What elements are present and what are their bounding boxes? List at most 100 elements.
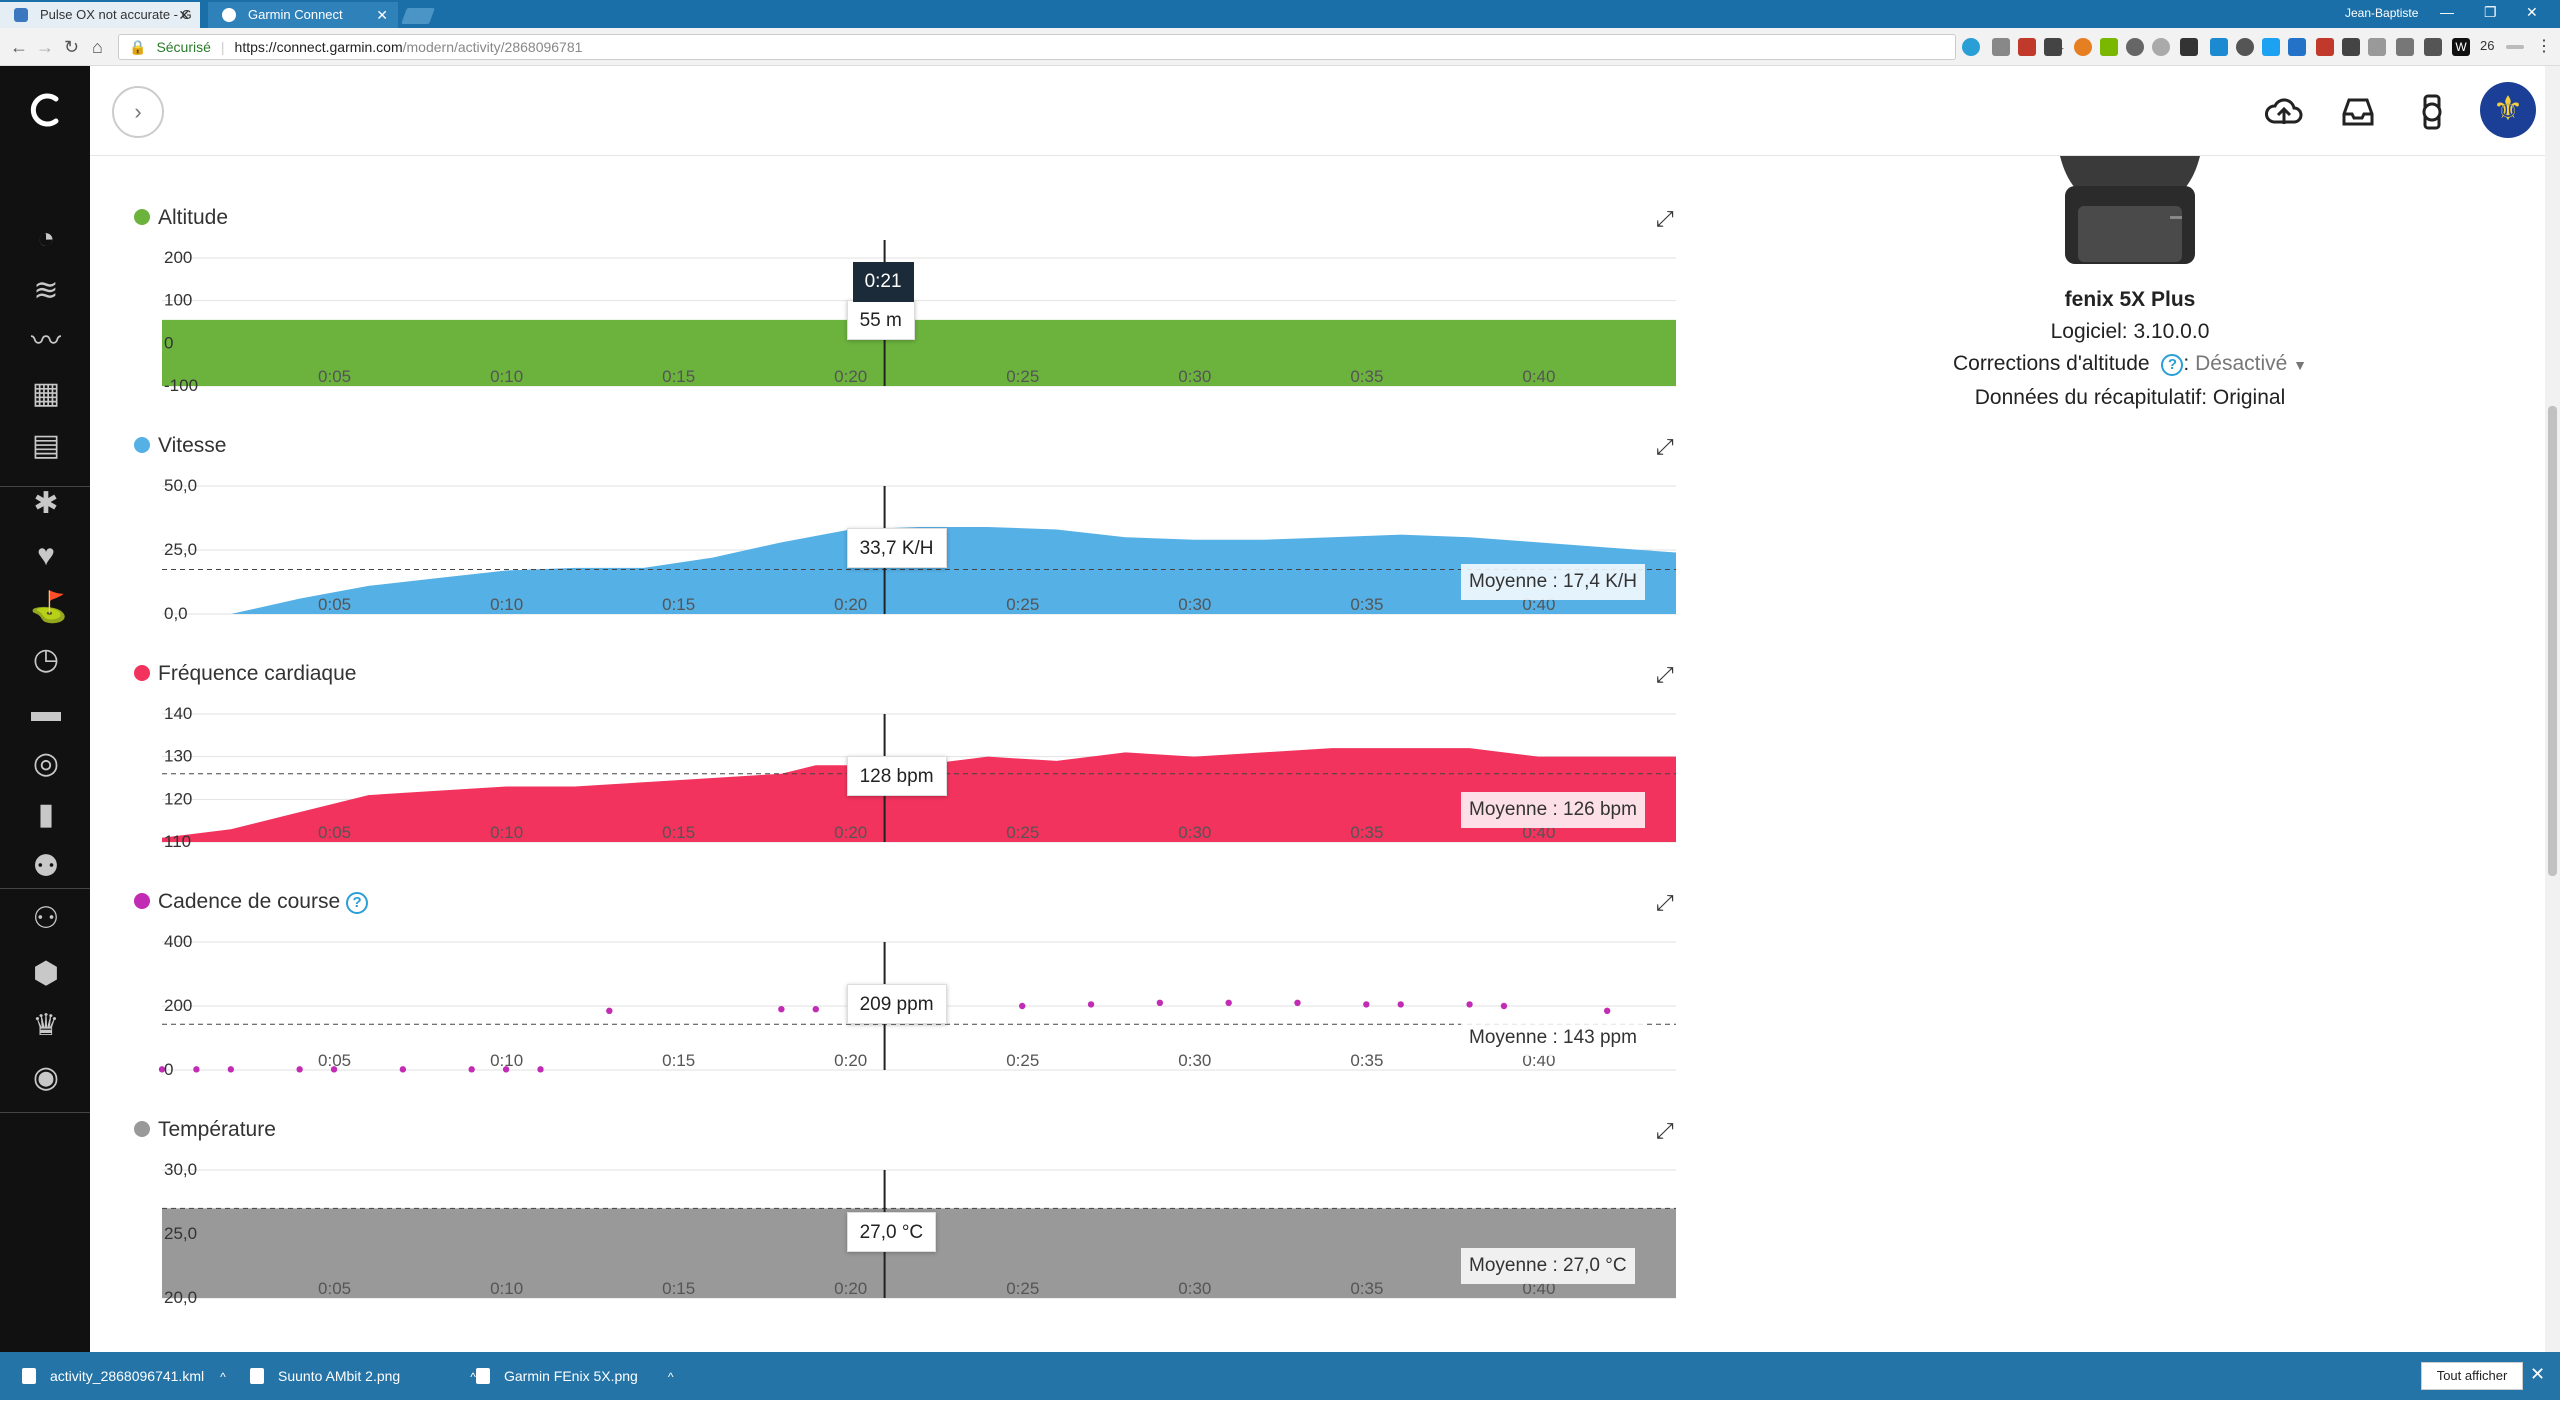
- expand-nav-button[interactable]: ›: [112, 86, 164, 138]
- extension-icon[interactable]: [2180, 38, 2198, 56]
- x-tick-label: 0:05: [318, 595, 351, 614]
- x-tick-label: 0:30: [1178, 367, 1211, 386]
- calendar-icon[interactable]: ▦: [30, 378, 62, 410]
- data-point: [227, 1066, 235, 1073]
- inbox-icon[interactable]: [2338, 92, 2378, 132]
- bar-chart-icon[interactable]: ▮: [30, 799, 62, 831]
- download-item[interactable]: activity_2868096741.kml ^: [22, 1352, 226, 1400]
- garmin-connect-logo-icon[interactable]: [26, 90, 66, 130]
- chart-4: Température ⤢ 30,0 25,0 20,0 0:05 0:10 0:15 0:20…: [130, 1112, 1690, 1322]
- browser-tab-garmin-connect[interactable]: Garmin Connect ✕: [208, 2, 398, 28]
- value-tooltip: 55 m: [846, 300, 915, 340]
- minimize-icon[interactable]: —: [2440, 4, 2454, 20]
- home-icon[interactable]: ⌂: [92, 37, 103, 58]
- lock-icon: 🔒: [129, 39, 147, 55]
- shoe-icon[interactable]: ▬: [30, 695, 62, 728]
- extension-icon[interactable]: [2210, 38, 2228, 56]
- download-filename: Suunto AMbit 2.png: [278, 1368, 401, 1384]
- extension-icon[interactable]: [2018, 38, 2036, 56]
- x-tick-label: 0:25: [1006, 595, 1039, 614]
- extension-icon[interactable]: [2506, 45, 2524, 49]
- close-icon[interactable]: ✕: [178, 2, 190, 28]
- layers-icon[interactable]: ≋: [30, 274, 62, 307]
- new-tab-button[interactable]: [401, 8, 435, 24]
- profile-name[interactable]: Jean-Baptiste: [2345, 6, 2418, 20]
- extension-icon[interactable]: [1992, 38, 2010, 56]
- extension-w-icon[interactable]: W: [2452, 38, 2470, 56]
- close-window-icon[interactable]: ✕: [2526, 4, 2538, 21]
- avatar[interactable]: ⚜: [2480, 82, 2536, 138]
- extension-icon[interactable]: [2236, 38, 2254, 56]
- show-all-downloads-button[interactable]: Tout afficher: [2421, 1362, 2523, 1390]
- restore-icon[interactable]: ❐: [2484, 4, 2497, 21]
- value-tooltip: 33,7 K/H: [846, 528, 947, 568]
- lightbulb-icon[interactable]: ◎: [30, 747, 62, 780]
- extension-badge[interactable]: 26: [2480, 38, 2494, 53]
- y-tick-label: 110: [164, 832, 191, 851]
- extension-icon[interactable]: [2288, 38, 2306, 56]
- twitter-icon[interactable]: [2262, 38, 2280, 56]
- y-tick-label: 20,0: [164, 1288, 197, 1307]
- close-icon[interactable]: ✕: [376, 2, 388, 28]
- scrollbar-thumb[interactable]: [2548, 406, 2557, 876]
- watch-device-icon[interactable]: [2412, 92, 2452, 132]
- extension-icon[interactable]: [2424, 38, 2442, 56]
- y-tick-label: 400: [164, 932, 192, 951]
- download-item[interactable]: Suunto AMbit 2.png ^: [250, 1352, 476, 1400]
- x-tick-label: 0:30: [1178, 1051, 1211, 1070]
- data-point: [468, 1066, 475, 1073]
- x-tick-label: 0:05: [318, 1051, 351, 1070]
- heart-icon[interactable]: ♥: [30, 540, 62, 572]
- browser-tab-pulse-ox[interactable]: Pulse OX not accurate - G ✕: [0, 2, 200, 28]
- x-tick-label: 0:05: [318, 1279, 351, 1298]
- back-icon[interactable]: ←: [10, 37, 28, 58]
- extension-icon[interactable]: [2152, 38, 2170, 56]
- stopwatch-icon[interactable]: ◷: [30, 643, 62, 676]
- extension-icon[interactable]: [2316, 38, 2334, 56]
- connections-icon[interactable]: ⚇: [30, 903, 62, 935]
- target-icon[interactable]: ◉: [30, 1061, 62, 1094]
- url-input[interactable]: 🔒 Sécurisé | https://connect.garmin.com/mod…: [118, 34, 2065, 60]
- extension-icon[interactable]: [2126, 38, 2144, 56]
- activity-person-icon[interactable]: ✱: [30, 488, 62, 520]
- x-tick-label: 0:05: [318, 823, 351, 842]
- browser-menu-icon[interactable]: ⋮: [2536, 36, 2552, 56]
- upload-cloud-icon[interactable]: [2264, 92, 2304, 132]
- forward-icon[interactable]: →: [36, 37, 54, 58]
- summary-source: Données du récapitulatif: Original: [1974, 386, 2286, 409]
- trophy-icon[interactable]: ♛: [30, 1010, 62, 1042]
- extension-icon[interactable]: [2074, 38, 2092, 56]
- newsfeed-icon[interactable]: ▤: [30, 430, 62, 462]
- x-tick-label: 0:35: [1350, 595, 1383, 614]
- chevron-up-icon[interactable]: ^: [220, 1370, 226, 1384]
- reload-icon[interactable]: ↻: [64, 37, 79, 58]
- data-point: [606, 1007, 613, 1014]
- chevron-up-icon[interactable]: ^: [668, 1370, 674, 1384]
- tab-title: Pulse OX not accurate - G: [40, 7, 192, 22]
- url-path: /modern/activity/2868096781: [402, 39, 583, 55]
- chart-plot[interactable]: 200 100 0 -100 0:05 0:10 0:15 0:20 0:25 0:30 0:35 0…: [130, 200, 1730, 400]
- page-scrollbar[interactable]: [2545, 66, 2560, 1352]
- trend-icon[interactable]: 〰: [30, 326, 62, 358]
- microphone-icon[interactable]: [1962, 38, 1980, 56]
- extension-icon[interactable]: [2100, 38, 2118, 56]
- extension-icon[interactable]: [2368, 38, 2386, 56]
- extension-icon[interactable]: [2342, 38, 2360, 56]
- golf-icon[interactable]: ⛳: [30, 592, 67, 624]
- download-item[interactable]: Garmin FEnix 5X.png ^: [476, 1352, 673, 1400]
- close-icon[interactable]: ✕: [2530, 1364, 2545, 1385]
- device-name: fenix 5X Plus: [2064, 288, 2196, 311]
- altitude-value-dropdown[interactable]: Désactivé ▼: [2195, 352, 2307, 375]
- y-tick-label: -100: [164, 376, 198, 395]
- extension-icon[interactable]: [2044, 38, 2062, 56]
- dashboard-icon[interactable]: ◔: [30, 222, 62, 255]
- garmin-favicon-icon: [222, 8, 236, 22]
- extension-icon[interactable]: [2396, 38, 2414, 56]
- data-point: [1156, 999, 1164, 1006]
- badge-icon[interactable]: ⬢: [30, 958, 62, 990]
- chevron-up-icon[interactable]: ^: [470, 1370, 476, 1384]
- data-point: [1397, 1001, 1404, 1008]
- group-icon[interactable]: ⚉: [30, 851, 62, 883]
- help-icon[interactable]: ?: [2161, 354, 2184, 376]
- download-bar: activity_2868096741.kml ^ Suunto AMbit 2.…: [0, 1352, 2560, 1400]
